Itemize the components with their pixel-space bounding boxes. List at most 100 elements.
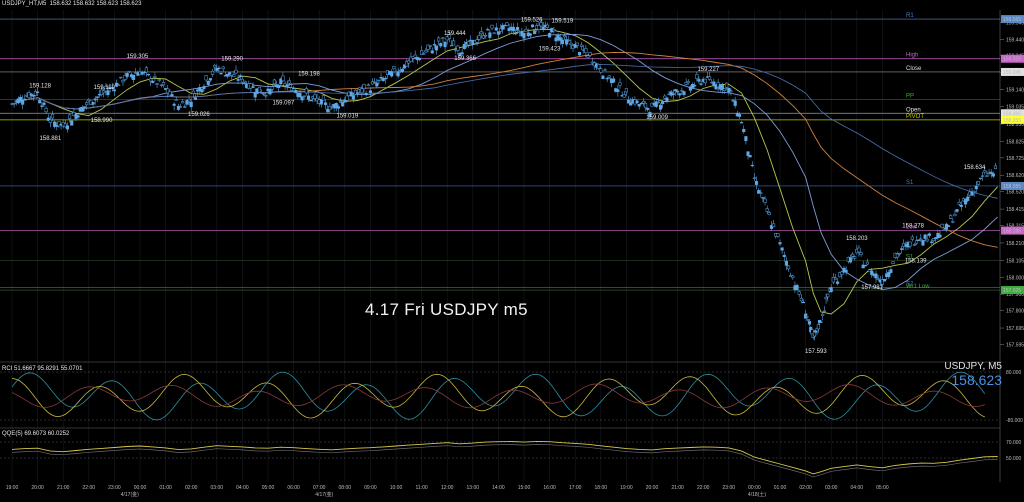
candle-body (262, 93, 266, 95)
price-annotation: 159.305 (127, 54, 149, 60)
candle-body (545, 24, 550, 28)
candle-body (646, 107, 650, 110)
candle-body (712, 81, 716, 87)
candle-body (309, 99, 313, 102)
x-tick-label: 08:00 (339, 485, 352, 491)
qqe-tick-label: 70.000 (1006, 440, 1022, 446)
candle-body (202, 86, 206, 90)
candle-body (562, 35, 567, 38)
candle-body (974, 185, 978, 190)
level-price-tag-text: 158.555 (1003, 184, 1021, 190)
candle-body (797, 291, 801, 295)
candle-body (91, 102, 95, 105)
candle-body (966, 196, 970, 201)
candle-body (285, 84, 289, 87)
candle-body (36, 91, 40, 93)
candle-body (44, 108, 48, 113)
price-tick-label: 159.140 (1006, 87, 1024, 93)
candle-body (985, 175, 989, 177)
candle-body (70, 120, 74, 126)
candle-body (577, 52, 582, 56)
candle-body (826, 293, 830, 298)
candle-body (853, 256, 857, 259)
candle-body (505, 22, 509, 26)
x-tick-label: 23:00 (723, 485, 736, 491)
candle-body (699, 83, 703, 85)
candle-body (703, 78, 707, 84)
candle-body (153, 76, 157, 78)
candle-body (957, 201, 961, 205)
price-annotation: 159.009 (646, 115, 668, 121)
candle-body (360, 88, 364, 94)
candle-body (938, 234, 942, 238)
x-tick-label: 21:00 (57, 485, 70, 491)
candle-body (588, 52, 592, 56)
candle-body (413, 54, 417, 58)
price-annotation: 158.278 (902, 224, 924, 230)
price-annotation: 158.990 (91, 118, 113, 124)
price-annotation: 157.981 (861, 285, 883, 291)
candle-body (484, 34, 488, 37)
candle-body (268, 89, 272, 95)
x-tick-label: 19:00 (6, 485, 19, 491)
candle-body (42, 102, 46, 105)
candle-body (778, 242, 782, 245)
candle-body (953, 213, 957, 217)
candle-body (671, 93, 675, 95)
candle-body (722, 88, 727, 92)
candle-body (149, 78, 153, 82)
candle-body (475, 39, 479, 43)
candle-body (541, 26, 545, 30)
candle-body (929, 241, 934, 243)
x-tick-label: 03:00 (825, 485, 838, 491)
candle-body (57, 121, 61, 127)
candle-body (281, 75, 285, 82)
candle-body (580, 44, 584, 47)
current-price: 158.623 (951, 372, 1002, 388)
candle-body (127, 71, 131, 73)
candle-body (658, 104, 663, 110)
symbol-label: USDJPY, M5 (944, 361, 1002, 372)
candle-body (978, 177, 983, 180)
candle-body (737, 114, 742, 117)
candle-body (221, 66, 225, 70)
candle-body (428, 45, 432, 47)
candle-body (375, 82, 379, 87)
candle-body (876, 278, 880, 280)
price-annotation: 159.526 (521, 18, 543, 24)
candle-body (678, 93, 682, 96)
candle-body (234, 69, 238, 74)
price-annotation: 159.119 (94, 85, 116, 91)
candle-body (874, 273, 878, 279)
x-tick-label: 21:00 (671, 485, 684, 491)
candle-body (686, 81, 690, 84)
candle-body (548, 33, 552, 38)
candle-body (917, 239, 921, 241)
rci-label: RCI 51.6667 95.8291 55.0701 (2, 366, 83, 372)
level-price-tag-text: 158.955 (1003, 118, 1021, 124)
price-tick-label: 158.620 (1006, 173, 1024, 179)
x-tick-label: 04:00 (236, 485, 249, 491)
price-annotation: 159.444 (444, 31, 466, 37)
price-tick-label: 157.695 (1006, 326, 1024, 332)
candle-body (863, 265, 867, 267)
candle-body (191, 90, 195, 94)
candle-body (264, 95, 268, 97)
level-name: PIVOT (906, 114, 924, 120)
candle-body (993, 165, 998, 170)
candle-body (68, 114, 72, 119)
x-tick-label: 10:00 (390, 485, 403, 491)
candle-body (441, 37, 445, 40)
candle-body (181, 101, 185, 104)
candle-body (673, 89, 678, 92)
candle-body (287, 80, 291, 84)
candle-body (85, 102, 89, 106)
candle-body (189, 101, 193, 108)
candle-body (172, 103, 176, 106)
x-tick-label: 15:00 (518, 485, 531, 491)
candle-body (390, 71, 394, 77)
x-tick-label: 16:00 (543, 485, 556, 491)
candle-body (750, 164, 754, 167)
candle-body (780, 247, 784, 251)
candle-body (695, 74, 699, 79)
